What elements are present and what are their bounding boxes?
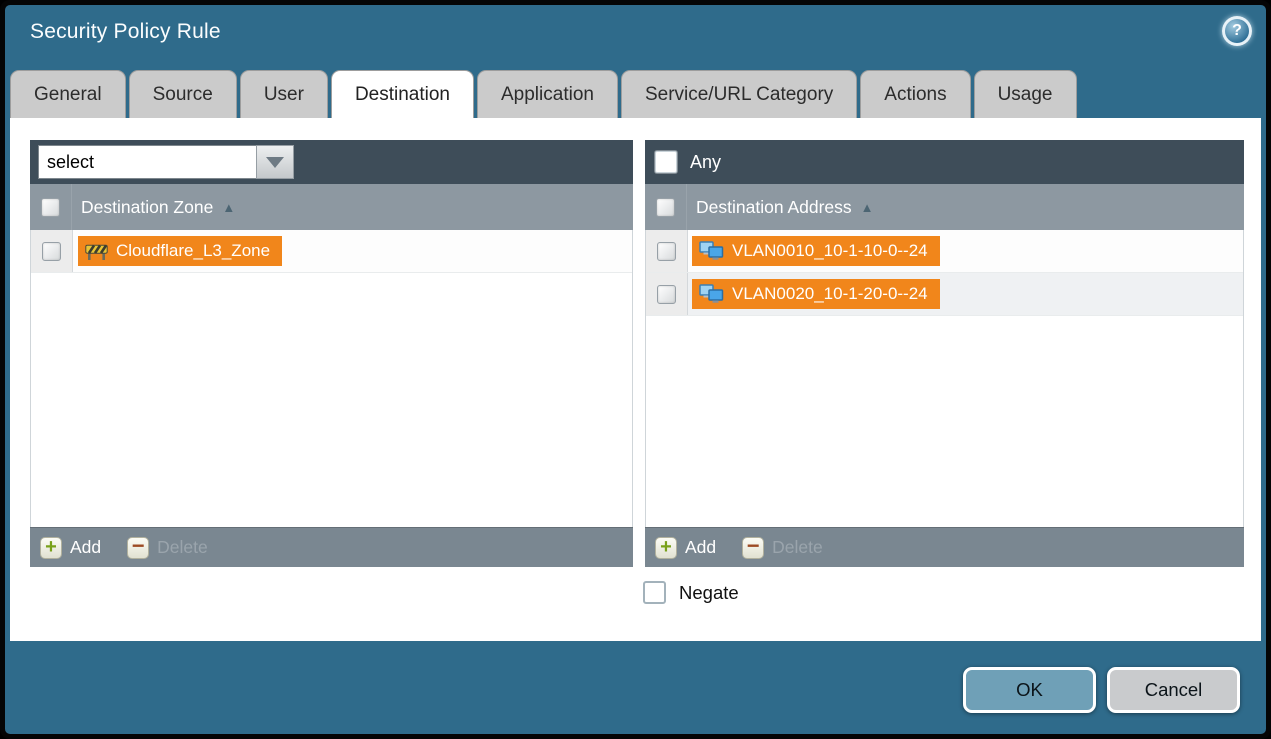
delete-button[interactable]: − Delete (742, 537, 823, 559)
address-tag[interactable]: VLAN0020_10-1-20-0--24 (692, 279, 940, 309)
network-computers-icon (699, 241, 724, 261)
destination-zone-panel: Destination Zone ▲ (30, 140, 633, 567)
address-column-title[interactable]: Destination Address ▲ (696, 197, 874, 218)
chevron-down-icon (266, 157, 284, 168)
dialog-buttons: OK Cancel (963, 667, 1240, 713)
zone-rows: Cloudflare_L3_Zone (30, 230, 633, 527)
address-tag[interactable]: VLAN0010_10-1-10-0--24 (692, 236, 940, 266)
delete-button[interactable]: − Delete (127, 537, 208, 559)
any-label: Any (690, 152, 721, 173)
tab-destination[interactable]: Destination (331, 70, 474, 118)
address-row-label: VLAN0020_10-1-20-0--24 (732, 284, 928, 304)
network-computers-icon (699, 284, 724, 304)
zone-select-all-cell (30, 184, 72, 230)
address-column-label: Destination Address (696, 197, 852, 218)
row-checkbox-cell (646, 273, 688, 315)
tab-usage[interactable]: Usage (974, 70, 1077, 118)
add-button[interactable]: + Add (40, 537, 101, 559)
delete-icon: − (127, 537, 149, 559)
cancel-button[interactable]: Cancel (1107, 667, 1240, 713)
table-row[interactable]: VLAN0010_10-1-10-0--24 (646, 230, 1243, 273)
row-checkbox[interactable] (42, 242, 61, 261)
table-row[interactable]: Cloudflare_L3_Zone (31, 230, 632, 273)
address-panel-footer: + Add − Delete (645, 527, 1244, 567)
zone-panel-header (30, 140, 633, 184)
tab-source[interactable]: Source (129, 70, 237, 118)
add-label: Add (685, 537, 716, 558)
row-checkbox[interactable] (657, 242, 676, 261)
zone-select-all-checkbox[interactable] (41, 198, 60, 217)
row-checkbox[interactable] (657, 285, 676, 304)
address-rows: VLAN0010_10-1-10-0--24 VLAN (645, 230, 1244, 527)
tab-actions[interactable]: Actions (860, 70, 970, 118)
delete-icon: − (742, 537, 764, 559)
tab-bar: General Source User Destination Applicat… (10, 70, 1077, 118)
any-checkbox[interactable] (655, 151, 677, 173)
security-policy-rule-dialog: Security Policy Rule ? General Source Us… (0, 0, 1271, 739)
negate-option: Negate (643, 581, 739, 604)
delete-label: Delete (772, 537, 823, 558)
tab-application[interactable]: Application (477, 70, 618, 118)
zone-panel-footer: + Add − Delete (30, 527, 633, 567)
address-select-all-checkbox[interactable] (656, 198, 675, 217)
help-icon[interactable]: ? (1222, 16, 1252, 46)
tab-user[interactable]: User (240, 70, 328, 118)
zone-select-input[interactable] (38, 145, 256, 179)
zone-barricade-icon (85, 243, 108, 260)
dialog-title: Security Policy Rule (30, 20, 221, 44)
zone-tag[interactable]: Cloudflare_L3_Zone (78, 236, 282, 266)
address-select-all-cell (645, 184, 687, 230)
row-checkbox-cell (31, 230, 73, 272)
add-icon: + (40, 537, 62, 559)
address-column-header: Destination Address ▲ (645, 184, 1244, 230)
row-checkbox-cell (646, 230, 688, 272)
table-row[interactable]: VLAN0020_10-1-20-0--24 (646, 273, 1243, 316)
zone-select-combo (38, 145, 294, 179)
zone-select-dropdown-button[interactable] (256, 145, 294, 179)
address-row-label: VLAN0010_10-1-10-0--24 (732, 241, 928, 261)
sort-ascending-icon: ▲ (861, 200, 874, 215)
zone-column-title[interactable]: Destination Zone ▲ (81, 197, 235, 218)
tab-general[interactable]: General (10, 70, 126, 118)
negate-checkbox[interactable] (643, 581, 666, 604)
destination-address-panel: Any Destination Address ▲ (645, 140, 1244, 567)
delete-label: Delete (157, 537, 208, 558)
tab-service-url-category[interactable]: Service/URL Category (621, 70, 857, 118)
sort-ascending-icon: ▲ (222, 200, 235, 215)
zone-column-header: Destination Zone ▲ (30, 184, 633, 230)
address-panel-header: Any (645, 140, 1244, 184)
help-icon-glyph: ? (1232, 22, 1242, 40)
add-button[interactable]: + Add (655, 537, 716, 559)
add-icon: + (655, 537, 677, 559)
add-label: Add (70, 537, 101, 558)
zone-row-label: Cloudflare_L3_Zone (116, 241, 270, 261)
negate-label: Negate (679, 582, 739, 604)
destination-tab-content: Destination Zone ▲ (10, 118, 1261, 641)
ok-button[interactable]: OK (963, 667, 1096, 713)
zone-column-label: Destination Zone (81, 197, 213, 218)
